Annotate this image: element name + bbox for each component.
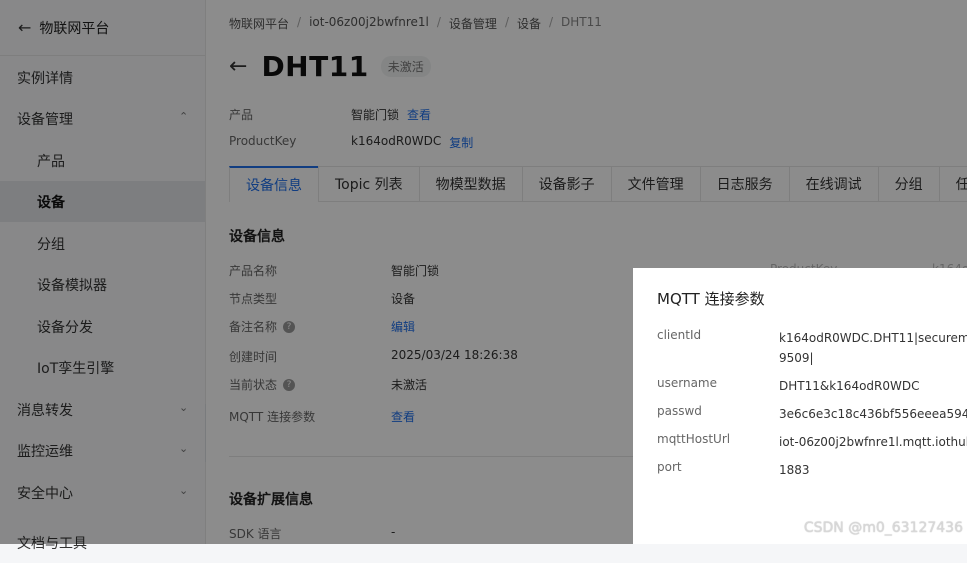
mqtt-key: username <box>657 376 717 390</box>
mqtt-value: k164odR0WDC.DHT11|securemode <box>779 331 967 345</box>
mqtt-row-passwd: passwd 3e6c6e3c18c436bf556eeea594cb39 <box>657 404 967 424</box>
mqtt-value-continued: 9509| <box>779 351 814 365</box>
mqtt-params-dialog: MQTT 连接参数 clientId k164odR0WDC.DHT11|sec… <box>633 268 967 544</box>
mqtt-key: passwd <box>657 404 702 418</box>
mqtt-key: mqttHostUrl <box>657 432 731 446</box>
watermark-text: CSDN @m0_63127436 <box>803 520 963 536</box>
mqtt-value: 1883 <box>779 463 810 477</box>
mqtt-value: 3e6c6e3c18c436bf556eeea594cb39 <box>779 407 967 421</box>
mqtt-key: clientId <box>657 328 702 342</box>
mqtt-value-block: k164odR0WDC.DHT11|securemode 9509| <box>779 328 967 368</box>
dialog-title: MQTT 连接参数 <box>657 290 765 308</box>
mqtt-value: DHT11&k164odR0WDC <box>779 379 920 393</box>
mqtt-value: iot-06z00j2bwfnre1l.mqtt.iothub.aliy <box>779 435 967 449</box>
mqtt-row-port: port 1883 <box>657 460 810 480</box>
mqtt-key: port <box>657 460 682 474</box>
mqtt-row-username: username DHT11&k164odR0WDC <box>657 376 920 396</box>
mqtt-row-hosturl: mqttHostUrl iot-06z00j2bwfnre1l.mqtt.iot… <box>657 432 967 452</box>
mqtt-row-clientid: clientId k164odR0WDC.DHT11|securemode 95… <box>657 328 967 368</box>
